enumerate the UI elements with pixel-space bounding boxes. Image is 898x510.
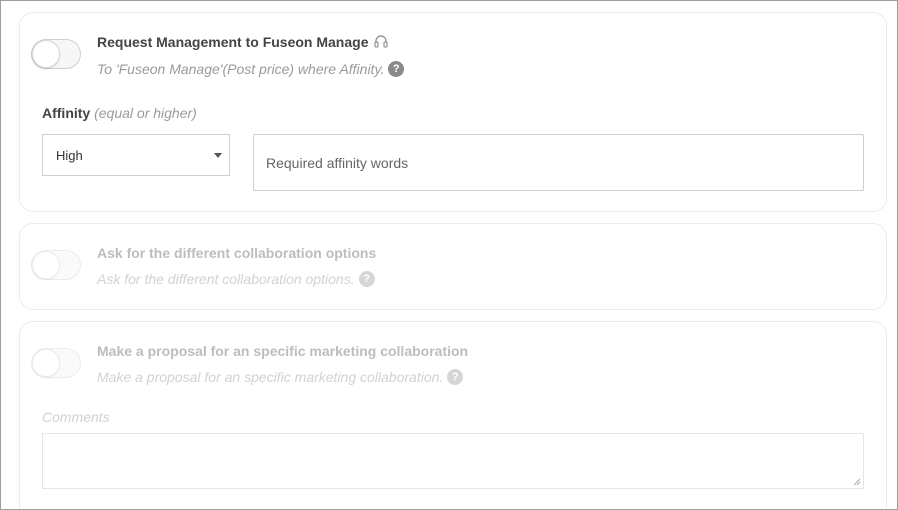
affinity-hint: (equal or higher) <box>94 105 197 121</box>
request-management-title-text: Request Management to Fuseon Manage <box>97 34 369 50</box>
marketing-proposal-card: Make a proposal for an specific marketin… <box>19 321 887 509</box>
marketing-proposal-title: Make a proposal for an specific marketin… <box>97 343 468 359</box>
request-management-subtitle: To 'Fuseon Manage'(Post price) where Aff… <box>97 61 405 77</box>
request-management-title: Request Management to Fuseon Manage <box>97 34 389 50</box>
help-icon[interactable]: ? <box>447 369 464 385</box>
affinity-label: Affinity (equal or higher) <box>42 105 197 121</box>
request-management-subtitle-text: To 'Fuseon Manage'(Post price) where Aff… <box>97 61 385 77</box>
marketing-proposal-title-text: Make a proposal for an specific marketin… <box>97 343 469 359</box>
affinity-label-text: Affinity <box>42 105 91 121</box>
request-management-card: Request Management to Fuseon Manage To '… <box>19 12 887 212</box>
help-icon[interactable]: ? <box>358 271 375 287</box>
chevron-down-icon <box>214 153 222 158</box>
toggle-knob <box>32 349 60 377</box>
marketing-proposal-subtitle: Make a proposal for an specific marketin… <box>97 369 464 385</box>
marketing-proposal-toggle[interactable] <box>31 348 81 378</box>
resize-grip-icon[interactable] <box>853 478 861 486</box>
affinity-select[interactable]: High <box>42 134 230 176</box>
request-management-toggle[interactable] <box>31 39 81 69</box>
collaboration-options-toggle[interactable] <box>31 250 81 280</box>
collaboration-options-card: Ask for the different collaboration opti… <box>19 223 887 310</box>
marketing-proposal-subtitle-text: Make a proposal for an specific marketin… <box>97 369 444 385</box>
help-icon[interactable]: ? <box>388 61 405 77</box>
toggle-knob <box>32 251 60 279</box>
affinity-words-input[interactable] <box>253 134 864 191</box>
collaboration-options-title: Ask for the different collaboration opti… <box>97 245 376 261</box>
toggle-knob <box>32 40 60 68</box>
affinity-select-value: High <box>56 147 83 163</box>
collaboration-options-title-text: Ask for the different collaboration opti… <box>97 245 377 261</box>
comments-label: Comments <box>42 409 110 425</box>
collaboration-options-subtitle-text: Ask for the different collaboration opti… <box>97 271 355 287</box>
collaboration-options-subtitle: Ask for the different collaboration opti… <box>97 271 375 287</box>
comments-textarea[interactable] <box>42 433 864 489</box>
headset-icon <box>373 34 389 50</box>
settings-panel: Request Management to Fuseon Manage To '… <box>0 0 898 510</box>
